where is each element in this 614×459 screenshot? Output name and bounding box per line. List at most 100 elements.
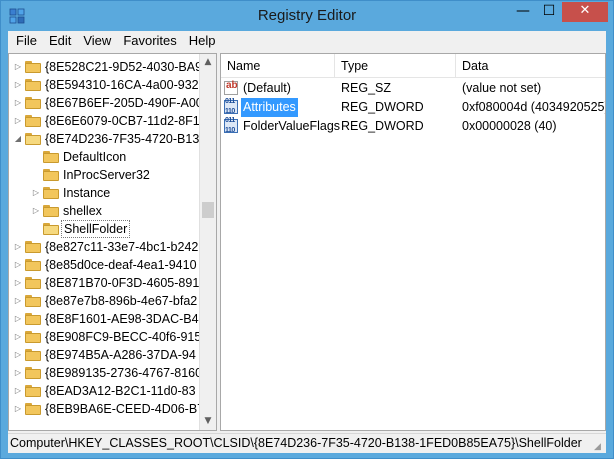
tree-item-label: {8E6E6079-0CB7-11d2-8F1	[45, 114, 200, 128]
menu-bar: File Edit View Favorites Help	[8, 31, 606, 51]
expand-arrow-icon[interactable]: ▷	[13, 112, 23, 130]
folder-icon	[25, 331, 41, 343]
menu-favorites[interactable]: Favorites	[117, 31, 182, 51]
list-header: Name Type Data	[221, 54, 605, 78]
value-name: (Default)	[243, 81, 291, 95]
folder-icon	[25, 277, 41, 289]
folder-icon	[25, 385, 41, 397]
folder-icon	[43, 151, 59, 163]
expand-arrow-icon[interactable]: ▷	[13, 94, 23, 112]
expand-arrow-icon[interactable]: ▷	[13, 310, 23, 328]
folder-icon	[25, 259, 41, 271]
title-bar[interactable]: Registry Editor — ☐ ✕	[1, 1, 613, 31]
collapse-arrow-icon[interactable]: ◢	[13, 130, 23, 148]
tree-item[interactable]: ▷ {8E908FC9-BECC-40f6-915	[9, 328, 209, 346]
tree-item[interactable]: ▷ {8E6E6079-0CB7-11d2-8F1	[9, 112, 209, 130]
value-type: REG_DWORD	[341, 119, 424, 133]
folder-icon	[25, 61, 41, 73]
scroll-down-icon[interactable]: ▼	[200, 413, 216, 430]
tree-item[interactable]: ▷ shellex	[9, 202, 209, 220]
folder-icon	[25, 313, 41, 325]
binary-value-icon: 011 110	[224, 98, 238, 115]
expand-arrow-icon[interactable]: ▷	[13, 328, 23, 346]
minimize-button[interactable]: —	[510, 2, 536, 22]
value-data: (value not set)	[462, 81, 542, 95]
expand-arrow-icon[interactable]: ▷	[13, 382, 23, 400]
status-path: Computer\HKEY_CLASSES_ROOT\CLSID\{8E74D2…	[10, 436, 582, 450]
tree-item-label: {8E974B5A-A286-37DA-94	[45, 348, 196, 362]
expand-arrow-icon[interactable]: ▷	[13, 364, 23, 382]
value-name: FolderValueFlags	[243, 119, 341, 133]
tree-item[interactable]: ▷ {8EB9BA6E-CEED-4D06-B7	[9, 400, 209, 418]
tree-item-label: {8e87e7b8-896b-4e67-bfa2	[45, 294, 198, 308]
tree-item[interactable]: ▷ {8E871B70-0F3D-4605-891	[9, 274, 209, 292]
tree-item-label: {8e85d0ce-deaf-4ea1-9410	[45, 258, 197, 272]
key-tree[interactable]: ▷ {8E528C21-9D52-4030-BA9 ▷ {8E594310-16CA-…	[8, 53, 217, 431]
resize-grip-icon[interactable]: ◢	[594, 441, 604, 451]
tree-item-label: {8E67B6EF-205D-490F-A00	[45, 96, 203, 110]
folder-icon	[43, 187, 59, 199]
string-value-icon: ab	[224, 80, 238, 95]
close-button[interactable]: ✕	[562, 2, 608, 22]
expand-arrow-icon[interactable]: ▷	[13, 400, 23, 418]
value-row[interactable]: 011 110 FolderValueFlags REG_DWORD 0x000000…	[221, 117, 605, 136]
menu-help[interactable]: Help	[183, 31, 222, 51]
tree-item[interactable]: ▷ {8E67B6EF-205D-490F-A00	[9, 94, 209, 112]
menu-edit[interactable]: Edit	[43, 31, 77, 51]
folder-icon	[43, 223, 59, 235]
expand-arrow-icon[interactable]: ▷	[13, 256, 23, 274]
tree-item[interactable]: ShellFolder	[9, 220, 209, 238]
tree-item[interactable]: ▷ {8EAD3A12-B2C1-11d0-83	[9, 382, 209, 400]
client-area: ▷ {8E528C21-9D52-4030-BA9 ▷ {8E594310-16CA-…	[8, 51, 606, 433]
value-type: REG_DWORD	[341, 100, 424, 114]
tree-item-label: ShellFolder	[61, 220, 131, 238]
value-name: Attributes	[241, 98, 298, 117]
expand-arrow-icon[interactable]: ▷	[13, 76, 23, 94]
expand-arrow-icon[interactable]: ▷	[13, 346, 23, 364]
menu-file[interactable]: File	[10, 31, 43, 51]
column-header-data[interactable]: Data	[456, 54, 605, 78]
tree-item-label: DefaultIcon	[63, 150, 127, 164]
tree-item-label: {8E908FC9-BECC-40f6-915	[45, 330, 202, 344]
tree-item[interactable]: DefaultIcon	[9, 148, 209, 166]
value-data: 0xf080004d (4034920525)	[462, 100, 606, 114]
tree-item[interactable]: ◢ {8E74D236-7F35-4720-B13	[9, 130, 209, 148]
value-row[interactable]: 011 110 Attributes REG_DWORD 0xf080004d (40…	[221, 98, 606, 117]
folder-icon	[25, 349, 41, 361]
value-row[interactable]: ab (Default) REG_SZ (value not set)	[221, 79, 605, 98]
tree-item-label: {8e827c11-33e7-4bc1-b242	[45, 240, 199, 254]
tree-item-label: InProcServer32	[63, 168, 150, 182]
registry-editor-window: Registry Editor — ☐ ✕ File Edit View Fav…	[0, 0, 614, 459]
tree-item[interactable]: ▷ {8E8F1601-AE98-3DAC-B4	[9, 310, 209, 328]
expand-arrow-icon[interactable]: ▷	[31, 184, 41, 202]
folder-icon	[25, 403, 41, 415]
expand-arrow-icon[interactable]: ▷	[13, 238, 23, 256]
values-list[interactable]: Name Type Data ab (Default) REG_SZ (value n…	[220, 53, 606, 431]
tree-item-label: {8E594310-16CA-4a00-932	[45, 78, 199, 92]
tree-scrollbar[interactable]: ▲ ▼	[199, 54, 216, 430]
tree-item[interactable]: ▷ Instance	[9, 184, 209, 202]
tree-item[interactable]: ▷ {8e827c11-33e7-4bc1-b242	[9, 238, 209, 256]
scroll-thumb[interactable]	[202, 202, 214, 218]
value-data: 0x00000028 (40)	[462, 119, 557, 133]
maximize-button[interactable]: ☐	[536, 2, 562, 22]
folder-icon	[25, 133, 41, 145]
expand-arrow-icon[interactable]: ▷	[31, 202, 41, 220]
tree-item[interactable]: ▷ {8E974B5A-A286-37DA-94	[9, 346, 209, 364]
column-header-name[interactable]: Name	[221, 54, 335, 78]
tree-item[interactable]: ▷ {8e87e7b8-896b-4e67-bfa2	[9, 292, 209, 310]
tree-item-label: {8E989135-2736-4767-8160	[45, 366, 203, 380]
tree-item[interactable]: ▷ {8E594310-16CA-4a00-932	[9, 76, 209, 94]
menu-view[interactable]: View	[77, 31, 117, 51]
expand-arrow-icon[interactable]: ▷	[13, 292, 23, 310]
tree-item[interactable]: ▷ {8E989135-2736-4767-8160	[9, 364, 209, 382]
tree-item[interactable]: ▷ {8e85d0ce-deaf-4ea1-9410	[9, 256, 209, 274]
tree-item[interactable]: ▷ {8E528C21-9D52-4030-BA9	[9, 58, 209, 76]
folder-icon	[25, 367, 41, 379]
folder-icon	[25, 241, 41, 253]
expand-arrow-icon[interactable]: ▷	[13, 274, 23, 292]
expand-arrow-icon[interactable]: ▷	[13, 58, 23, 76]
tree-item[interactable]: InProcServer32	[9, 166, 209, 184]
column-header-type[interactable]: Type	[335, 54, 456, 78]
scroll-up-icon[interactable]: ▲	[200, 54, 216, 71]
